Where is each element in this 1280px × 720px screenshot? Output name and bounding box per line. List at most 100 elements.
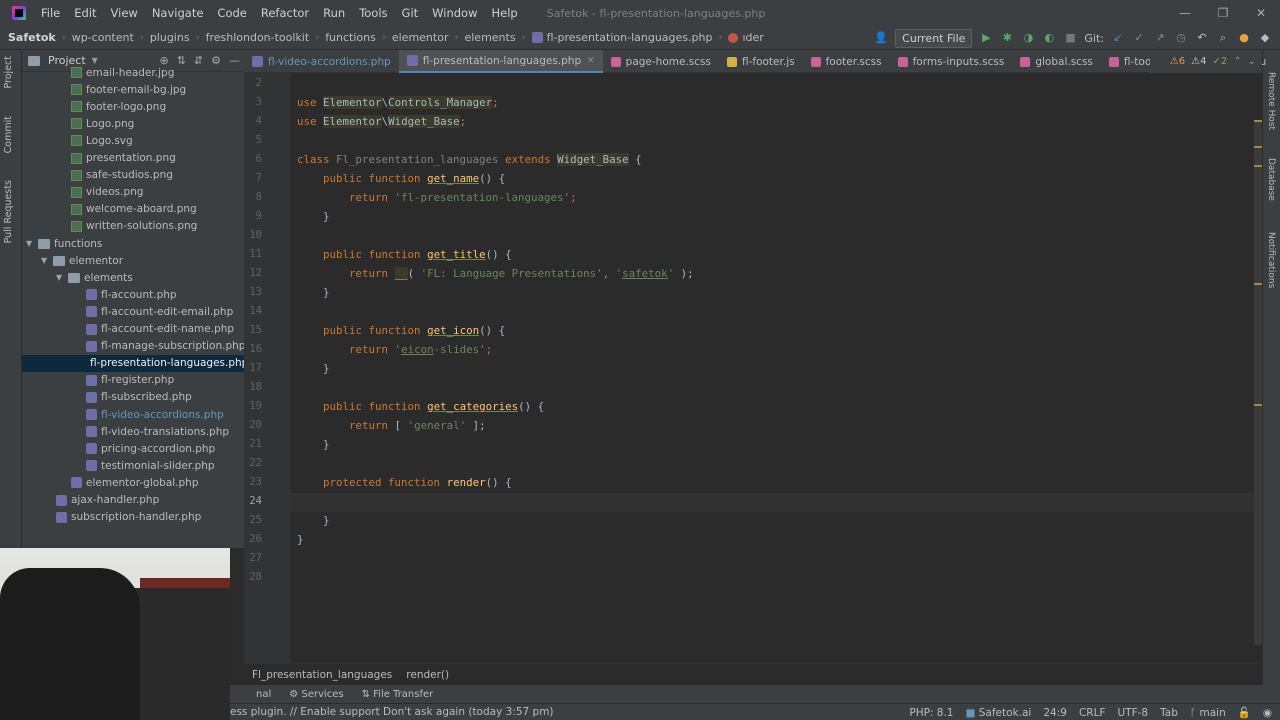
tool-window-terminal[interactable]: nal <box>256 689 271 700</box>
breadcrumb-item[interactable]: elementor <box>392 31 449 44</box>
line-separator[interactable]: CRLF <box>1079 707 1106 719</box>
breadcrumb-item[interactable]: freshlondon-toolkit <box>206 31 310 44</box>
code-breadcrumb-method[interactable]: render() <box>406 669 449 681</box>
caret-position[interactable]: 24:9 <box>1043 707 1067 719</box>
tree-file[interactable]: fl-register.php <box>86 372 174 389</box>
rollback-icon[interactable]: ↶ <box>1195 31 1209 45</box>
tree-folder-functions[interactable]: ▼ functions <box>26 235 102 252</box>
tree-folder-elementor[interactable]: ▼ elementor <box>41 252 123 269</box>
chevron-down-icon[interactable]: ▼ <box>41 256 51 265</box>
side-tab-database[interactable]: Database <box>1266 158 1276 201</box>
close-window-button[interactable]: ✕ <box>1242 0 1280 26</box>
gear-icon[interactable]: ⚙ <box>211 54 221 67</box>
tree-file[interactable]: fl-presentation-languages.php <box>22 354 248 372</box>
breadcrumb-item[interactable]: Safetok <box>8 31 56 44</box>
editor-tab[interactable]: fl-footer.js <box>719 50 803 73</box>
stop-icon[interactable]: ■ <box>1063 31 1077 45</box>
tree-file[interactable]: presentation.png <box>71 150 176 167</box>
tree-file[interactable]: subscription-handler.php <box>56 509 201 526</box>
tree-file[interactable]: fl-video-translations.php <box>86 423 229 440</box>
tree-file[interactable]: fl-account.php <box>86 286 177 303</box>
chevron-down-icon[interactable]: ▼ <box>56 273 66 282</box>
menu-view[interactable]: View <box>104 6 145 20</box>
coverage-icon[interactable]: ◑ <box>1021 31 1035 45</box>
updates-icon[interactable]: ● <box>1237 31 1251 45</box>
profile-icon[interactable]: ◐ <box>1042 31 1056 45</box>
git-push-icon[interactable]: ↗ <box>1153 31 1167 45</box>
menu-git[interactable]: Git <box>395 6 426 20</box>
tree-file[interactable]: fl-manage-subscription.php <box>86 338 245 355</box>
side-tab-project[interactable]: Project <box>3 56 14 89</box>
tree-file[interactable]: pricing-accordion.php <box>86 440 215 457</box>
collapse-all-icon[interactable]: ⇵ <box>194 54 203 67</box>
user-icon[interactable]: 👤 <box>874 31 888 45</box>
code-breadcrumb-class[interactable]: Fl_presentation_languages <box>252 669 392 681</box>
tree-file[interactable]: testimonial-slider.php <box>86 457 215 474</box>
breadcrumb-item[interactable]: functions <box>325 31 376 44</box>
editor-tab[interactable]: global.scss <box>1012 50 1101 73</box>
breadcrumb-item[interactable]: fl-presentation-languages.php <box>547 31 713 44</box>
tree-file[interactable]: Logo.svg <box>71 132 133 149</box>
menu-tools[interactable]: Tools <box>352 6 394 20</box>
menu-run[interactable]: Run <box>316 6 352 20</box>
tree-file[interactable]: welcome-aboard.png <box>71 201 197 218</box>
notifications-icon[interactable]: ◉ <box>1263 707 1272 719</box>
side-tab-pull-requests[interactable]: Pull Requests <box>3 180 14 243</box>
expand-all-icon[interactable]: ⇅ <box>177 54 186 67</box>
tree-file[interactable]: elementor-global.php <box>71 474 199 491</box>
tool-window-services[interactable]: ⚙ Services <box>289 689 343 700</box>
tree-file[interactable]: written-solutions.png <box>71 218 197 235</box>
git-branch[interactable]: ᚴ main <box>1190 707 1226 719</box>
chevron-down-icon[interactable]: ⌄ <box>1248 56 1256 67</box>
tree-file[interactable]: Logo.png <box>71 115 134 132</box>
tool-window-file-transfer[interactable]: ⇅ File Transfer <box>362 689 434 700</box>
chevron-up-icon[interactable]: ⌃ <box>1233 56 1241 67</box>
search-icon[interactable]: ⌕ <box>1216 31 1230 45</box>
breadcrumb-item[interactable]: elements <box>464 31 515 44</box>
status-message[interactable]: ess plugin. // Enable support Don't ask … <box>230 706 554 718</box>
editor-tab[interactable]: forms-inputs.scss <box>890 50 1013 73</box>
editor-tab[interactable]: footer.scss <box>803 50 890 73</box>
editor-tab[interactable]: page-home.scss <box>603 50 719 73</box>
menu-help[interactable]: Help <box>485 6 525 20</box>
tree-file[interactable]: fl-account-edit-name.php <box>86 321 234 338</box>
warnings-count[interactable]: ⚠6 <box>1170 56 1185 67</box>
indent-setting[interactable]: Tab <box>1160 707 1178 719</box>
tree-file[interactable]: fl-subscribed.php <box>86 389 192 406</box>
tree-file[interactable]: ajax-handler.php <box>56 492 159 509</box>
tree-file[interactable]: email-header.jpg <box>71 64 174 81</box>
menu-refactor[interactable]: Refactor <box>254 6 316 20</box>
project-widget[interactable]: ■ Safetok.ai <box>966 707 1032 719</box>
minimize-button[interactable]: — <box>1166 0 1204 26</box>
tree-file[interactable]: safe-studios.png <box>71 167 173 184</box>
hide-panel-icon[interactable]: — <box>229 54 240 67</box>
lock-icon[interactable]: 🔓 <box>1238 706 1251 719</box>
git-commit-icon[interactable]: ✓ <box>1132 31 1146 45</box>
editor-tab[interactable]: fl-video-accordions.php <box>244 50 399 73</box>
side-tab-remote-host[interactable]: Remote Host <box>1266 72 1276 130</box>
ide-logo-icon[interactable]: ◆ <box>1258 31 1272 45</box>
breadcrumb-item[interactable]: wp-content <box>72 31 134 44</box>
tree-file[interactable]: footer-email-bg.jpg <box>71 81 186 98</box>
tree-file[interactable]: videos.png <box>71 184 143 201</box>
code-editor[interactable]: use Elementor\Controls_Manager; use Elem… <box>290 73 1256 663</box>
run-configuration-select[interactable]: Current File <box>895 28 973 48</box>
git-update-icon[interactable]: ↙ <box>1111 31 1125 45</box>
editor-scrollbar[interactable] <box>1254 120 1262 645</box>
breadcrumb-item[interactable]: ıder <box>742 31 763 44</box>
tree-file[interactable]: fl-video-accordions.php <box>86 406 224 423</box>
menu-navigate[interactable]: Navigate <box>145 6 211 20</box>
run-icon[interactable]: ▶ <box>979 31 993 45</box>
file-encoding[interactable]: UTF-8 <box>1117 707 1148 719</box>
debug-icon[interactable]: ✱ <box>1000 31 1014 45</box>
maximize-button[interactable]: ❐ <box>1204 0 1242 26</box>
tree-file[interactable]: footer-logo.png <box>71 98 166 115</box>
ok-count[interactable]: ✓2 <box>1212 56 1227 67</box>
tree-folder-elements[interactable]: ▼ elements <box>56 269 133 286</box>
history-icon[interactable]: ◷ <box>1174 31 1188 45</box>
menu-edit[interactable]: Edit <box>67 6 103 20</box>
menu-code[interactable]: Code <box>210 6 253 20</box>
side-tab-commit[interactable]: Commit <box>3 116 14 153</box>
close-tab-icon[interactable]: ✕ <box>587 56 595 66</box>
weak-warnings-count[interactable]: ⚠4 <box>1191 56 1206 67</box>
